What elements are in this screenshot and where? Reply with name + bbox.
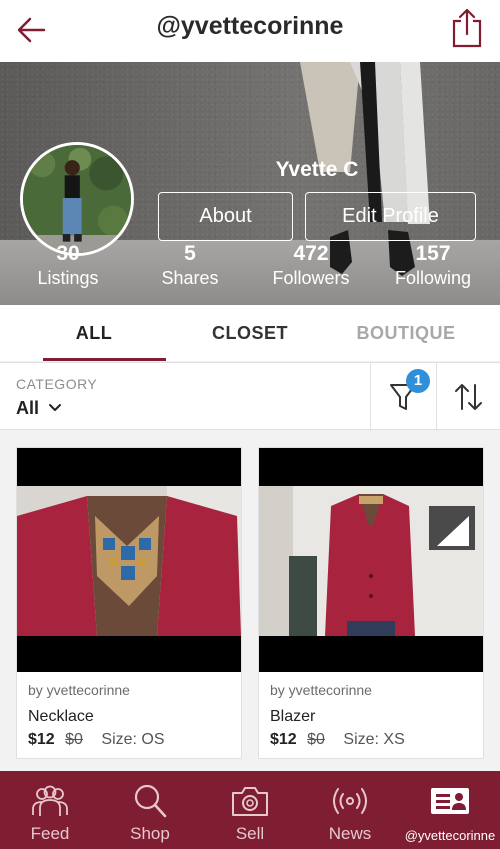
- sort-icon[interactable]: [437, 363, 500, 431]
- stat-label: Followers: [272, 268, 350, 288]
- top-bar: @yvettecorinne: [0, 0, 500, 62]
- stat-number: 472: [293, 242, 329, 265]
- camera-icon: [232, 787, 268, 816]
- filter-count-badge: 1: [406, 369, 430, 393]
- tab-closet[interactable]: CLOSET: [167, 305, 333, 361]
- people-icon: [32, 785, 68, 816]
- chevron-down-icon[interactable]: [47, 400, 63, 416]
- listing-size: Size: XS: [343, 731, 405, 748]
- nav-label: Shop: [130, 824, 170, 843]
- page-title: @yvettecorinne: [156, 12, 344, 40]
- nav-news[interactable]: News: [300, 771, 400, 849]
- stat-followers[interactable]: 472 Followers: [256, 242, 366, 290]
- blazer-photo-image: [259, 486, 483, 636]
- nav-shop[interactable]: Shop: [100, 771, 200, 849]
- stat-number: 157: [415, 242, 451, 265]
- search-icon: [134, 784, 167, 818]
- tab-boutique[interactable]: BOUTIQUE: [323, 305, 489, 361]
- listing-card[interactable]: by yvettecorinne Necklace $12 $0 Size: O…: [16, 447, 242, 759]
- about-button[interactable]: About: [158, 192, 293, 241]
- profile-name: Yvette C: [275, 158, 359, 181]
- listing-original-price: $0: [307, 731, 325, 748]
- listing-original-price: $0: [65, 731, 83, 748]
- stat-listings[interactable]: 30 Listings: [13, 242, 123, 290]
- nav-sell[interactable]: Sell: [200, 771, 300, 849]
- listing-size: Size: OS: [101, 731, 165, 748]
- profile-banner: Yvette C About Edit Profile 30 Listings …: [0, 62, 500, 305]
- stat-following[interactable]: 157 Following: [378, 242, 488, 290]
- stat-label: Following: [394, 268, 472, 288]
- stat-number: 5: [184, 242, 196, 265]
- listing-prices: $12 $0 Size: OS: [28, 731, 165, 749]
- share-icon[interactable]: [450, 6, 484, 50]
- edit-profile-button[interactable]: Edit Profile: [305, 192, 476, 241]
- listing-seller: by yvettecorinne: [28, 682, 130, 698]
- listing-title: Necklace: [28, 708, 94, 725]
- stat-number: 30: [56, 242, 80, 265]
- stat-label: Listings: [37, 268, 99, 288]
- avatar[interactable]: [20, 142, 134, 256]
- listing-prices: $12 $0 Size: XS: [270, 731, 405, 749]
- nav-label: @yvettecorinne: [404, 828, 496, 843]
- necklace-photo-image: [17, 486, 241, 636]
- listing-price: $12: [270, 731, 297, 748]
- nav-profile[interactable]: @yvettecorinne: [400, 771, 500, 849]
- listing-photo[interactable]: [17, 448, 241, 672]
- listing-photo[interactable]: [259, 448, 483, 672]
- stat-label: Shares: [161, 268, 219, 288]
- bottom-nav: Feed Shop Sell News @yvettecorinne: [0, 771, 500, 849]
- listing-title: Blazer: [270, 708, 316, 725]
- nav-label: Sell: [235, 824, 265, 843]
- category-value[interactable]: All: [16, 398, 39, 419]
- category-label: CATEGORY: [16, 376, 98, 392]
- nav-feed[interactable]: Feed: [0, 771, 100, 849]
- nav-label: Feed: [30, 824, 70, 843]
- profile-card-icon: [431, 788, 469, 814]
- broadcast-icon: [333, 788, 367, 814]
- listing-card[interactable]: by yvettecorinne Blazer $12 $0 Size: XS: [258, 447, 484, 759]
- tab-all[interactable]: ALL: [11, 305, 177, 361]
- profile-stats: 30 Listings 5 Shares 472 Followers 157 F…: [0, 242, 500, 292]
- listing-seller: by yvettecorinne: [270, 682, 372, 698]
- stat-shares[interactable]: 5 Shares: [135, 242, 245, 290]
- closet-tabs: ALL CLOSET BOUTIQUE: [0, 305, 500, 361]
- listing-price: $12: [28, 731, 55, 748]
- nav-label: News: [328, 824, 372, 843]
